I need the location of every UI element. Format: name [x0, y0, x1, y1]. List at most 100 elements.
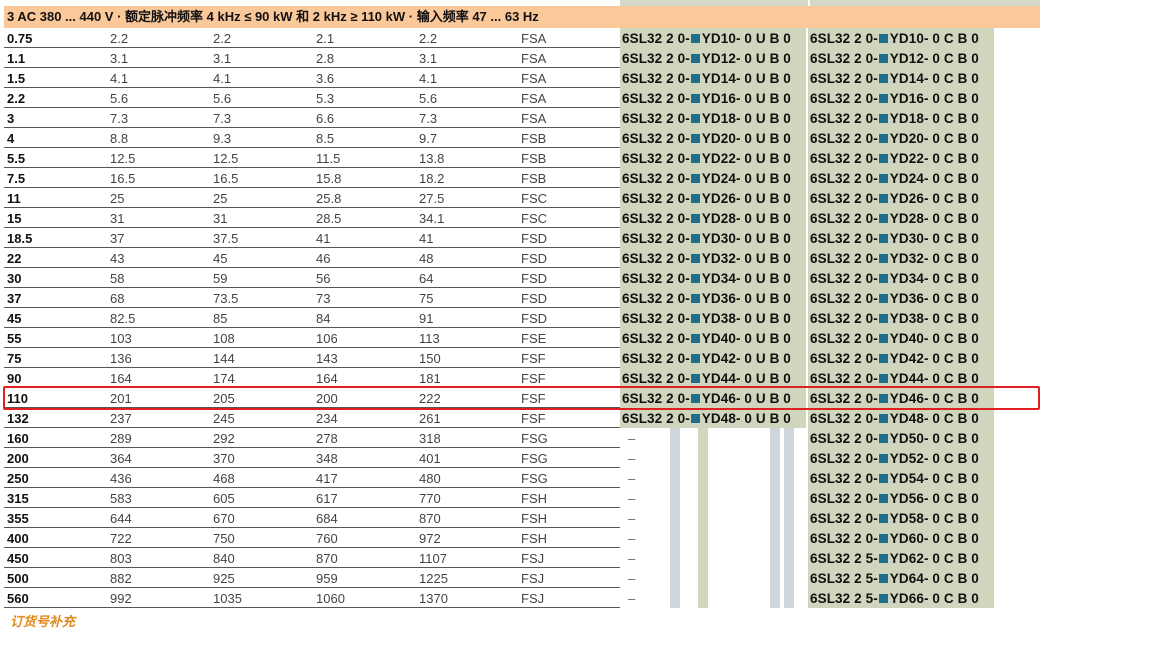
- cell-b: 144: [213, 351, 235, 366]
- cell-b: 174: [213, 371, 235, 386]
- placeholder-square-icon: [878, 274, 888, 283]
- cell-d: 318: [419, 431, 441, 446]
- cell-f: FSH: [521, 511, 547, 526]
- placeholder-square-icon: [878, 294, 888, 303]
- cell-a: 68: [110, 291, 125, 306]
- cell-d: 48: [419, 251, 434, 266]
- table-row: 37 68 73.5 73 75 FSD 6SL32 2 0- YD36- 0 U B 0 6S…: [4, 288, 1040, 308]
- highlight-box: [3, 386, 1040, 410]
- cell-b: 59: [213, 271, 228, 286]
- placeholder-square-icon: [878, 574, 888, 583]
- cell-d: 480: [419, 471, 441, 486]
- placeholder-square-icon: [878, 474, 888, 483]
- placeholder-square-icon: [878, 594, 888, 603]
- cell-a: 644: [110, 511, 132, 526]
- cell-a: 43: [110, 251, 125, 266]
- cell-a: 5.6: [110, 91, 129, 106]
- cell-p: 500: [7, 571, 29, 586]
- table-row: 11 25 25 25.8 27.5 FSC 6SL32 2 0- YD26- 0 U B 0…: [4, 188, 1040, 208]
- cell-c: 8.5: [316, 131, 335, 146]
- order-number-ub: 6SL32 2 0- YD28- 0 U B 0: [620, 208, 806, 228]
- cell-f: FSF: [521, 351, 546, 366]
- order-number-cb: 6SL32 2 0- YD10- 0 C B 0: [808, 28, 994, 48]
- not-available-dash: –: [628, 511, 636, 526]
- not-available-dash: –: [628, 571, 636, 586]
- cell-f: FSE: [521, 331, 547, 346]
- cell-f: FSG: [521, 451, 548, 466]
- order-number-cb: 6SL32 2 0- YD52- 0 C B 0: [808, 448, 994, 468]
- placeholder-square-icon: [878, 174, 888, 183]
- cell-f: FSF: [521, 411, 546, 426]
- cell-d: 770: [419, 491, 441, 506]
- placeholder-square-icon: [690, 414, 700, 423]
- placeholder-square-icon: [878, 334, 888, 343]
- cell-b: 750: [213, 531, 235, 546]
- cell-d: 1225: [419, 571, 448, 586]
- table-row: 450 803 840 870 1107 FSJ – 6SL32 2 5- YD62- 0 C …: [4, 548, 1040, 568]
- cell-c: 6.6: [316, 111, 335, 126]
- cell-c: 2.1: [316, 31, 335, 46]
- cell-f: FSA: [521, 51, 547, 66]
- cell-c: 5.3: [316, 91, 335, 106]
- placeholder-square-icon: [878, 414, 888, 423]
- order-number-cb: 6SL32 2 0- YD20- 0 C B 0: [808, 128, 994, 148]
- order-number-ub: 6SL32 2 0- YD22- 0 U B 0: [620, 148, 806, 168]
- cell-c: 28.5: [316, 211, 342, 226]
- not-available-dash: –: [628, 471, 636, 486]
- cell-f: FSG: [521, 431, 548, 446]
- placeholder-square-icon: [690, 314, 700, 323]
- order-number-cb: 6SL32 2 0- YD36- 0 C B 0: [808, 288, 994, 308]
- order-number-cb: 6SL32 2 0- YD38- 0 C B 0: [808, 308, 994, 328]
- placeholder-square-icon: [690, 54, 700, 63]
- cell-a: 4.1: [110, 71, 129, 86]
- cell-c: 84: [316, 311, 331, 326]
- cell-f: FSA: [521, 111, 547, 126]
- cell-f: FSH: [521, 491, 547, 506]
- cell-c: 278: [316, 431, 338, 446]
- not-available-dash: –: [628, 591, 636, 606]
- cell-a: 12.5: [110, 151, 136, 166]
- order-number-ub: 6SL32 2 0- YD42- 0 U B 0: [620, 348, 806, 368]
- cell-p: 15: [7, 211, 22, 226]
- table-row: 90 164 174 164 181 FSF 6SL32 2 0- YD44- 0 U B 0…: [4, 368, 1040, 388]
- order-number-cb: 6SL32 2 0- YD30- 0 C B 0: [808, 228, 994, 248]
- placeholder-square-icon: [878, 494, 888, 503]
- cell-d: 150: [419, 351, 441, 366]
- order-number-cb: 6SL32 2 0- YD24- 0 C B 0: [808, 168, 994, 188]
- cell-d: 1107: [419, 551, 447, 566]
- cell-a: 364: [110, 451, 132, 466]
- placeholder-square-icon: [690, 334, 700, 343]
- cell-p: 400: [7, 531, 29, 546]
- cell-p: 90: [7, 371, 22, 386]
- cell-a: 37: [110, 231, 125, 246]
- cell-b: 468: [213, 471, 235, 486]
- cell-p: 160: [7, 431, 29, 446]
- order-number-cb: 6SL32 2 0- YD42- 0 C B 0: [808, 348, 994, 368]
- order-number-cb: 6SL32 2 0- YD32- 0 C B 0: [808, 248, 994, 268]
- placeholder-square-icon: [878, 554, 888, 563]
- placeholder-square-icon: [690, 374, 700, 383]
- cell-c: 1060: [316, 591, 345, 606]
- table-row: 160 289 292 278 318 FSG – 6SL32 2 0- YD50- 0 C B…: [4, 428, 1040, 448]
- placeholder-square-icon: [690, 214, 700, 223]
- cell-a: 436: [110, 471, 132, 486]
- cell-a: 103: [110, 331, 132, 346]
- cell-p: 355: [7, 511, 29, 526]
- table-row: 5.5 12.5 12.5 11.5 13.8 FSB 6SL32 2 0- YD22- 0 …: [4, 148, 1040, 168]
- cell-p: 2.2: [7, 91, 26, 106]
- cell-p: 132: [7, 411, 29, 426]
- placeholder-square-icon: [878, 54, 888, 63]
- cell-f: FSH: [521, 531, 547, 546]
- table-row: 18.5 37 37.5 41 41 FSD 6SL32 2 0- YD30- 0 U B 0…: [4, 228, 1040, 248]
- table-row: 500 882 925 959 1225 FSJ – 6SL32 2 5- YD64- 0 C …: [4, 568, 1040, 588]
- cell-d: 5.6: [419, 91, 438, 106]
- cell-c: 143: [316, 351, 338, 366]
- cell-b: 16.5: [213, 171, 239, 186]
- cell-b: 9.3: [213, 131, 232, 146]
- table-row: 315 583 605 617 770 FSH – 6SL32 2 0- YD56- 0 C B…: [4, 488, 1040, 508]
- order-number-ub: 6SL32 2 0- YD44- 0 U B 0: [620, 368, 806, 388]
- cell-a: 583: [110, 491, 132, 506]
- cell-d: 4.1: [419, 71, 438, 86]
- cell-f: FSJ: [521, 571, 545, 586]
- cell-d: 1370: [419, 591, 448, 606]
